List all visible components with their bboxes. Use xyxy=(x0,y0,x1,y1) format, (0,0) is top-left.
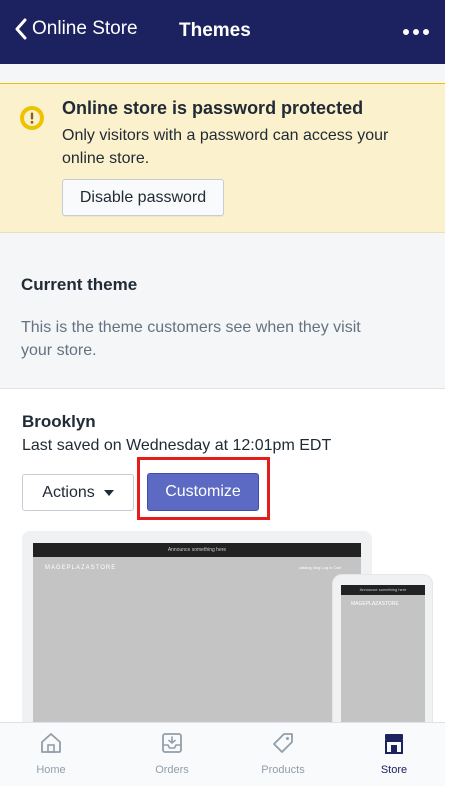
warning-icon xyxy=(20,106,44,130)
dot-icon xyxy=(423,29,429,35)
bottom-tab-bar: Home Orders Products Store xyxy=(0,722,445,786)
mobile-preview-logo: MAGEPLAZASTORE xyxy=(351,601,399,607)
orders-icon xyxy=(162,733,182,753)
preview-logo: MAGEPLAZASTORE xyxy=(45,565,117,571)
store-icon xyxy=(385,734,403,754)
tag-icon xyxy=(273,733,293,753)
dot-icon xyxy=(413,29,419,35)
tab-label: Store xyxy=(380,764,408,776)
theme-preview[interactable]: Announce something here MAGEPLAZASTORE c… xyxy=(22,531,442,725)
app-screen: Online Store Themes Online store is pass… xyxy=(0,0,445,786)
more-menu-button[interactable] xyxy=(398,22,434,42)
actions-button[interactable]: Actions xyxy=(22,474,134,511)
disable-password-button[interactable]: Disable password xyxy=(62,179,224,216)
preview-nav: catalog blog Log in Cart xyxy=(298,565,341,570)
password-banner: Online store is password protected Only … xyxy=(0,83,445,233)
current-theme-heading: Current theme xyxy=(21,275,138,294)
tab-label: Orders xyxy=(155,764,189,776)
tab-label: Products xyxy=(261,764,305,776)
theme-card: Brooklyn Last saved on Wednesday at 12:0… xyxy=(0,388,445,725)
theme-saved-text: Last saved on Wednesday at 12:01pm EDT xyxy=(22,437,332,454)
tab-home[interactable]: Home xyxy=(6,723,96,781)
page-title: Themes xyxy=(179,20,251,41)
back-button[interactable]: Online Store xyxy=(14,18,138,40)
home-icon xyxy=(41,733,61,753)
mobile-preview: Announce something here MAGEPLAZASTORE xyxy=(332,574,433,725)
mobile-preview-announcement: Announce something here xyxy=(341,585,425,595)
tab-products[interactable]: Products xyxy=(238,723,328,781)
customize-button[interactable]: Customize xyxy=(147,473,259,511)
current-theme-description: This is the theme customers see when the… xyxy=(21,319,361,359)
dot-icon xyxy=(403,29,409,35)
theme-name: Brooklyn xyxy=(22,412,96,431)
chevron-left-icon xyxy=(15,18,27,40)
tab-store[interactable]: Store xyxy=(349,723,439,781)
preview-announcement: Announce something here xyxy=(33,543,361,557)
banner-title: Online store is password protected xyxy=(62,98,364,118)
top-nav-bar: Online Store Themes xyxy=(0,0,445,64)
back-label: Online Store xyxy=(32,18,138,39)
desktop-screen: Announce something here MAGEPLAZASTORE c… xyxy=(33,543,361,723)
banner-body: Only visitors with a password can access… xyxy=(62,127,389,167)
actions-label: Actions xyxy=(42,483,95,501)
tab-label: Home xyxy=(36,764,66,776)
desktop-preview: Announce something here MAGEPLAZASTORE c… xyxy=(22,531,372,723)
mobile-screen: Announce something here MAGEPLAZASTORE xyxy=(341,585,425,725)
tab-orders[interactable]: Orders xyxy=(127,723,217,781)
caret-down-icon xyxy=(103,489,114,496)
